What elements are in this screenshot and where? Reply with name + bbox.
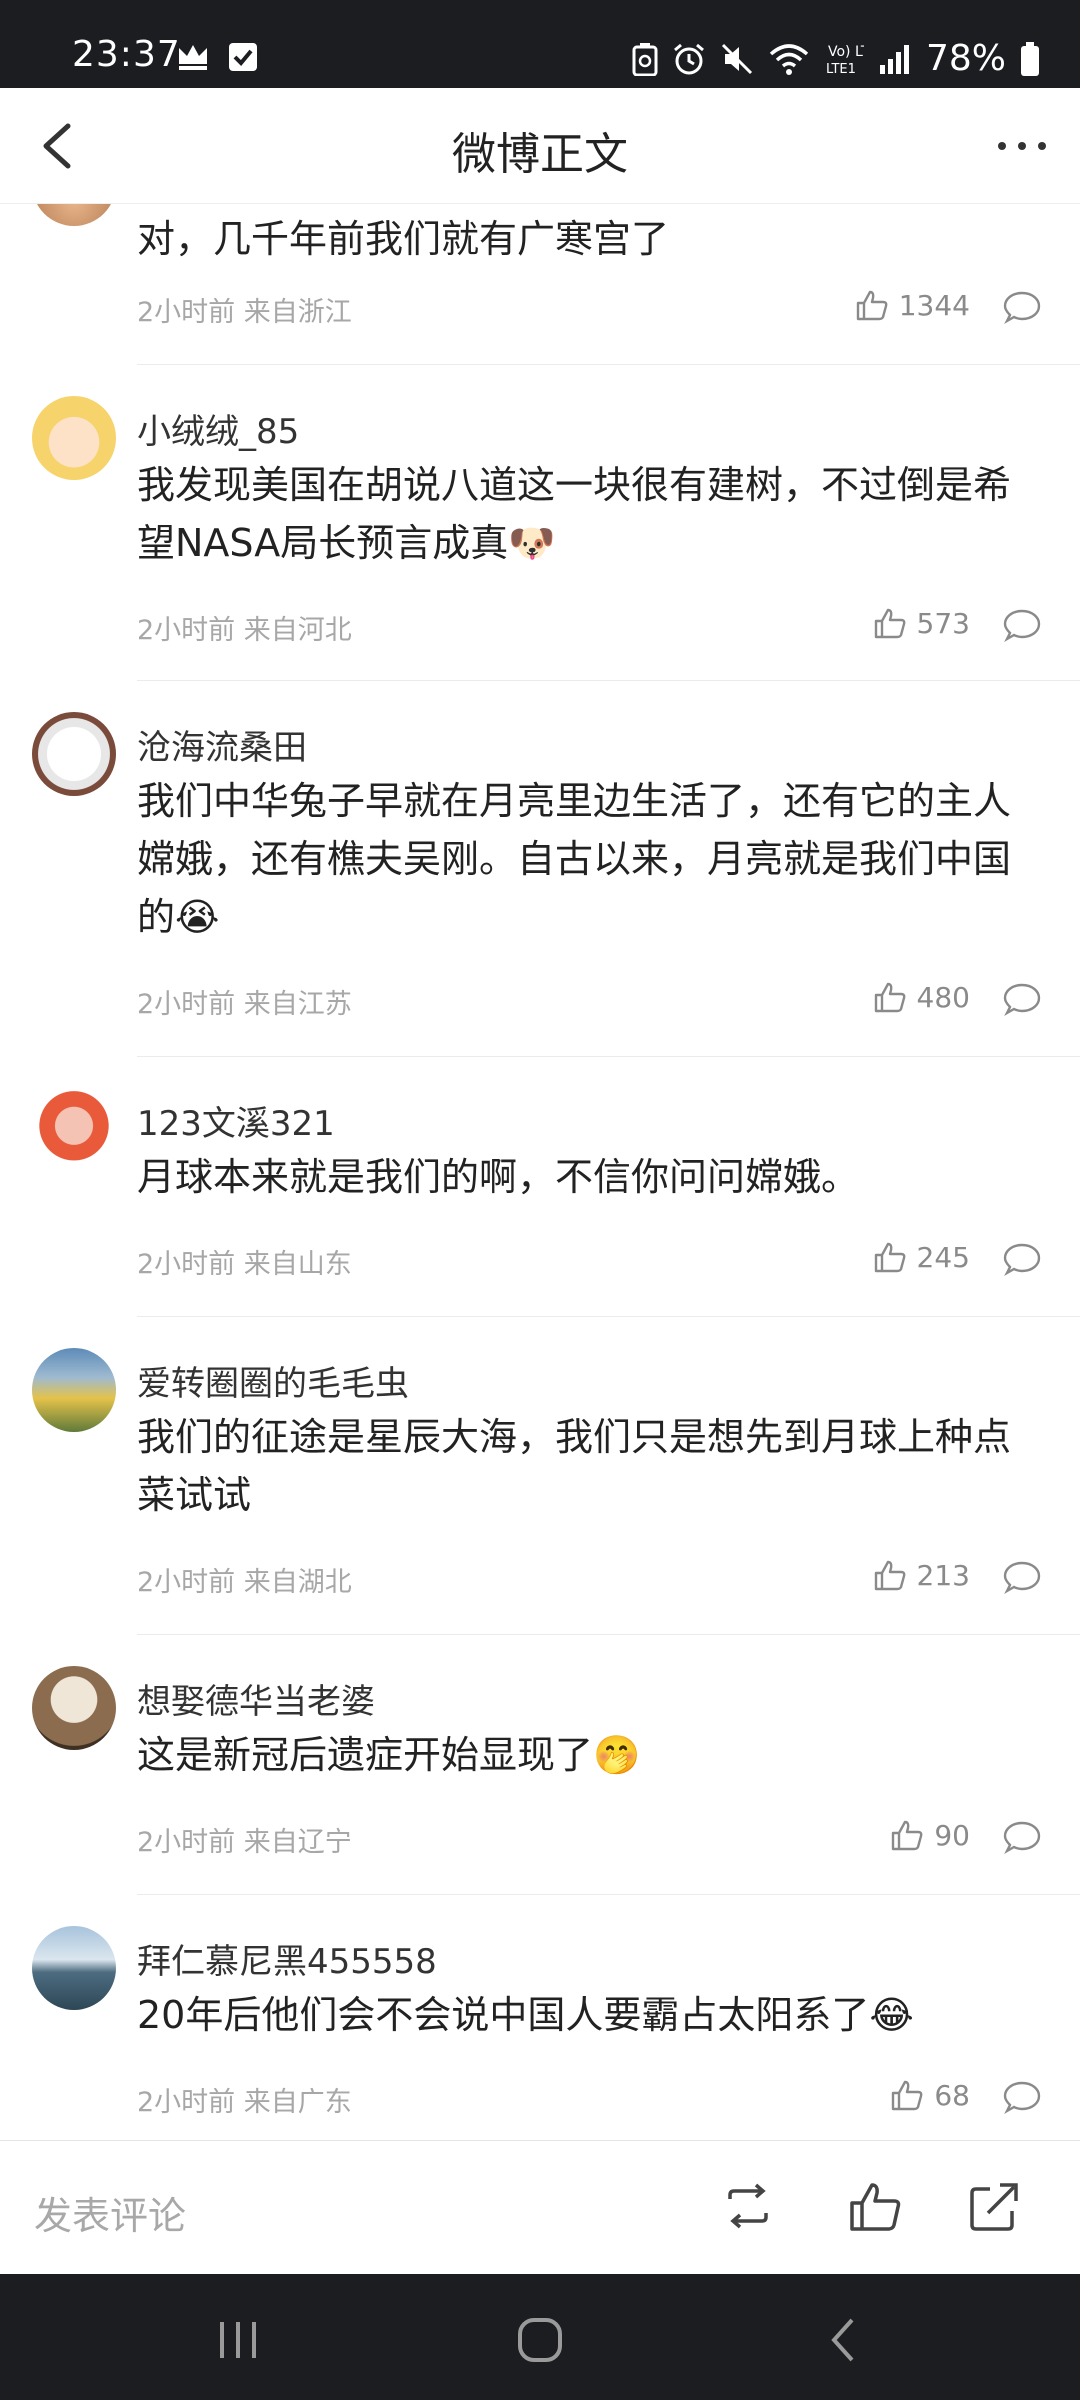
thumbs-up-icon [874, 1242, 905, 1273]
chevron-left-icon[interactable] [28, 114, 88, 178]
status-time: 23:37 [72, 34, 181, 75]
signal-icon [879, 44, 909, 74]
reply-bubble-icon[interactable] [1002, 1818, 1042, 1858]
thumbs-up-icon [874, 982, 905, 1013]
divider [137, 1634, 1080, 1635]
comment-text: 对，几千年前我们就有广寒宫了 [137, 217, 670, 261]
avatar[interactable] [32, 1926, 116, 2010]
divider [137, 1316, 1080, 1317]
avatar[interactable] [32, 1666, 116, 1750]
page-title: 微博正文 [452, 129, 628, 180]
svg-text:Vo) LTE1: Vo) LTE1 [828, 44, 864, 60]
alarm-icon [674, 43, 704, 74]
wifi-icon [769, 43, 809, 75]
battery-saver-icon [632, 42, 658, 76]
like-button[interactable]: 90 [890, 1818, 970, 1852]
system-navigation-bar [0, 2274, 1080, 2400]
divider [137, 1056, 1080, 1057]
thumbs-up-icon [874, 608, 905, 639]
dog-emoji: 🐶 [508, 521, 556, 565]
comment-meta: 2小时前 来自江苏 [137, 989, 352, 1020]
like-count: 213 [916, 1558, 970, 1592]
avatar[interactable] [32, 1088, 116, 1172]
thumbs-up-icon [892, 2080, 923, 2111]
battery-icon [1021, 41, 1039, 76]
back-icon[interactable] [814, 2314, 874, 2366]
like-count: 68 [934, 2078, 970, 2112]
reply-bubble-icon[interactable] [1002, 1558, 1042, 1598]
reply-bubble-icon[interactable] [1002, 288, 1042, 328]
post-comment-input[interactable]: 发表评论 [34, 2185, 186, 2240]
battery-percent: 78% [925, 38, 1006, 79]
comment-meta: 2小时前 来自浙江 [137, 297, 352, 328]
comment-text: 20年后他们会不会说中国人要霸占太阳系了😂 [137, 1993, 914, 2037]
mute-icon [721, 43, 753, 74]
avatar[interactable] [32, 396, 116, 480]
divider [137, 364, 1080, 365]
like-button[interactable]: 573 [873, 606, 970, 640]
comment-username[interactable]: 123文溪321 [137, 1096, 335, 1145]
more-dots-icon[interactable] [992, 116, 1052, 176]
avatar[interactable] [32, 712, 116, 796]
status-bar: 23:37 Vo) LTE1 LTE1 78% [0, 0, 1080, 88]
reply-bubble-icon[interactable] [1002, 980, 1042, 1020]
volte-icon: Vo) LTE1 LTE1 [826, 44, 864, 77]
comment-text: 这是新冠后遗症开始显现了🤭 [137, 1733, 641, 1777]
laughing-emoji: 😂 [869, 1993, 914, 2037]
like-button[interactable]: 68 [890, 2078, 970, 2112]
comment-username[interactable]: 沧海流桑田 [137, 720, 307, 769]
like-icon[interactable] [846, 2179, 906, 2235]
like-count: 1344 [898, 288, 970, 322]
comment-meta: 2小时前 来自湖北 [137, 1567, 352, 1598]
comment-meta: 2小时前 来自辽宁 [137, 1827, 352, 1858]
hand-over-mouth-emoji: 🤭 [593, 1733, 641, 1777]
thumbs-up-icon [856, 290, 888, 321]
reply-bubble-icon[interactable] [1002, 606, 1042, 646]
check-box-icon [229, 43, 257, 71]
share-icon[interactable] [964, 2179, 1024, 2235]
crown-icon [179, 45, 207, 70]
comment-text: 我们的征途是星辰大海，我们只是想先到月球上种点菜试试 [137, 1415, 1012, 1517]
recent-apps-icon[interactable] [208, 2314, 268, 2366]
comment-list[interactable]: 对，几千年前我们就有广寒宫了 2小时前 来自浙江 1344 小绒绒_85 我发现… [0, 204, 1080, 2140]
like-button[interactable]: 1344 [855, 288, 970, 322]
avatar[interactable] [32, 1348, 116, 1432]
reply-bubble-icon[interactable] [1002, 2078, 1042, 2118]
avatar[interactable] [32, 204, 116, 226]
svg-text:LTE1: LTE1 [826, 62, 856, 77]
comment-username[interactable]: 爱转圈圈的毛毛虫 [137, 1356, 409, 1405]
crying-emoji: 😭 [175, 895, 220, 939]
divider [137, 680, 1080, 681]
like-count: 573 [916, 606, 970, 640]
bottom-action-bar: 发表评论 [0, 2140, 1080, 2274]
like-count: 480 [916, 980, 970, 1014]
thumbs-up-icon [874, 1560, 905, 1591]
comment-username[interactable]: 想娶德华当老婆 [137, 1674, 375, 1723]
comment-meta: 2小时前 来自广东 [137, 2087, 352, 2118]
comment-text: 月球本来就是我们的啊，不信你问问嫦娥。 [137, 1155, 860, 1199]
thumbs-up-icon [892, 1820, 923, 1851]
like-button[interactable]: 245 [873, 1240, 970, 1274]
like-button[interactable]: 480 [873, 980, 970, 1014]
like-button[interactable]: 213 [873, 1558, 970, 1592]
comment-meta: 2小时前 来自河北 [137, 615, 352, 646]
comment-meta: 2小时前 来自山东 [137, 1249, 352, 1280]
nav-bar: 微博正文 [0, 88, 1080, 204]
divider [137, 1894, 1080, 1895]
comment-text: 我发现美国在胡说八道这一块很有建树，不过倒是希望NASA局长预言成真🐶 [137, 463, 1012, 565]
comment-text: 我们中华兔子早就在月亮里边生活了，还有它的主人嫦娥，还有樵夫吴刚。自古以来，月亮… [137, 779, 1012, 939]
comment-username[interactable]: 小绒绒_85 [137, 404, 299, 453]
home-icon[interactable] [510, 2314, 570, 2366]
comment-username[interactable]: 拜仁慕尼黑455558 [137, 1934, 437, 1983]
repost-icon[interactable] [718, 2179, 778, 2235]
like-count: 90 [934, 1818, 970, 1852]
reply-bubble-icon[interactable] [1002, 1240, 1042, 1280]
like-count: 245 [916, 1240, 970, 1274]
